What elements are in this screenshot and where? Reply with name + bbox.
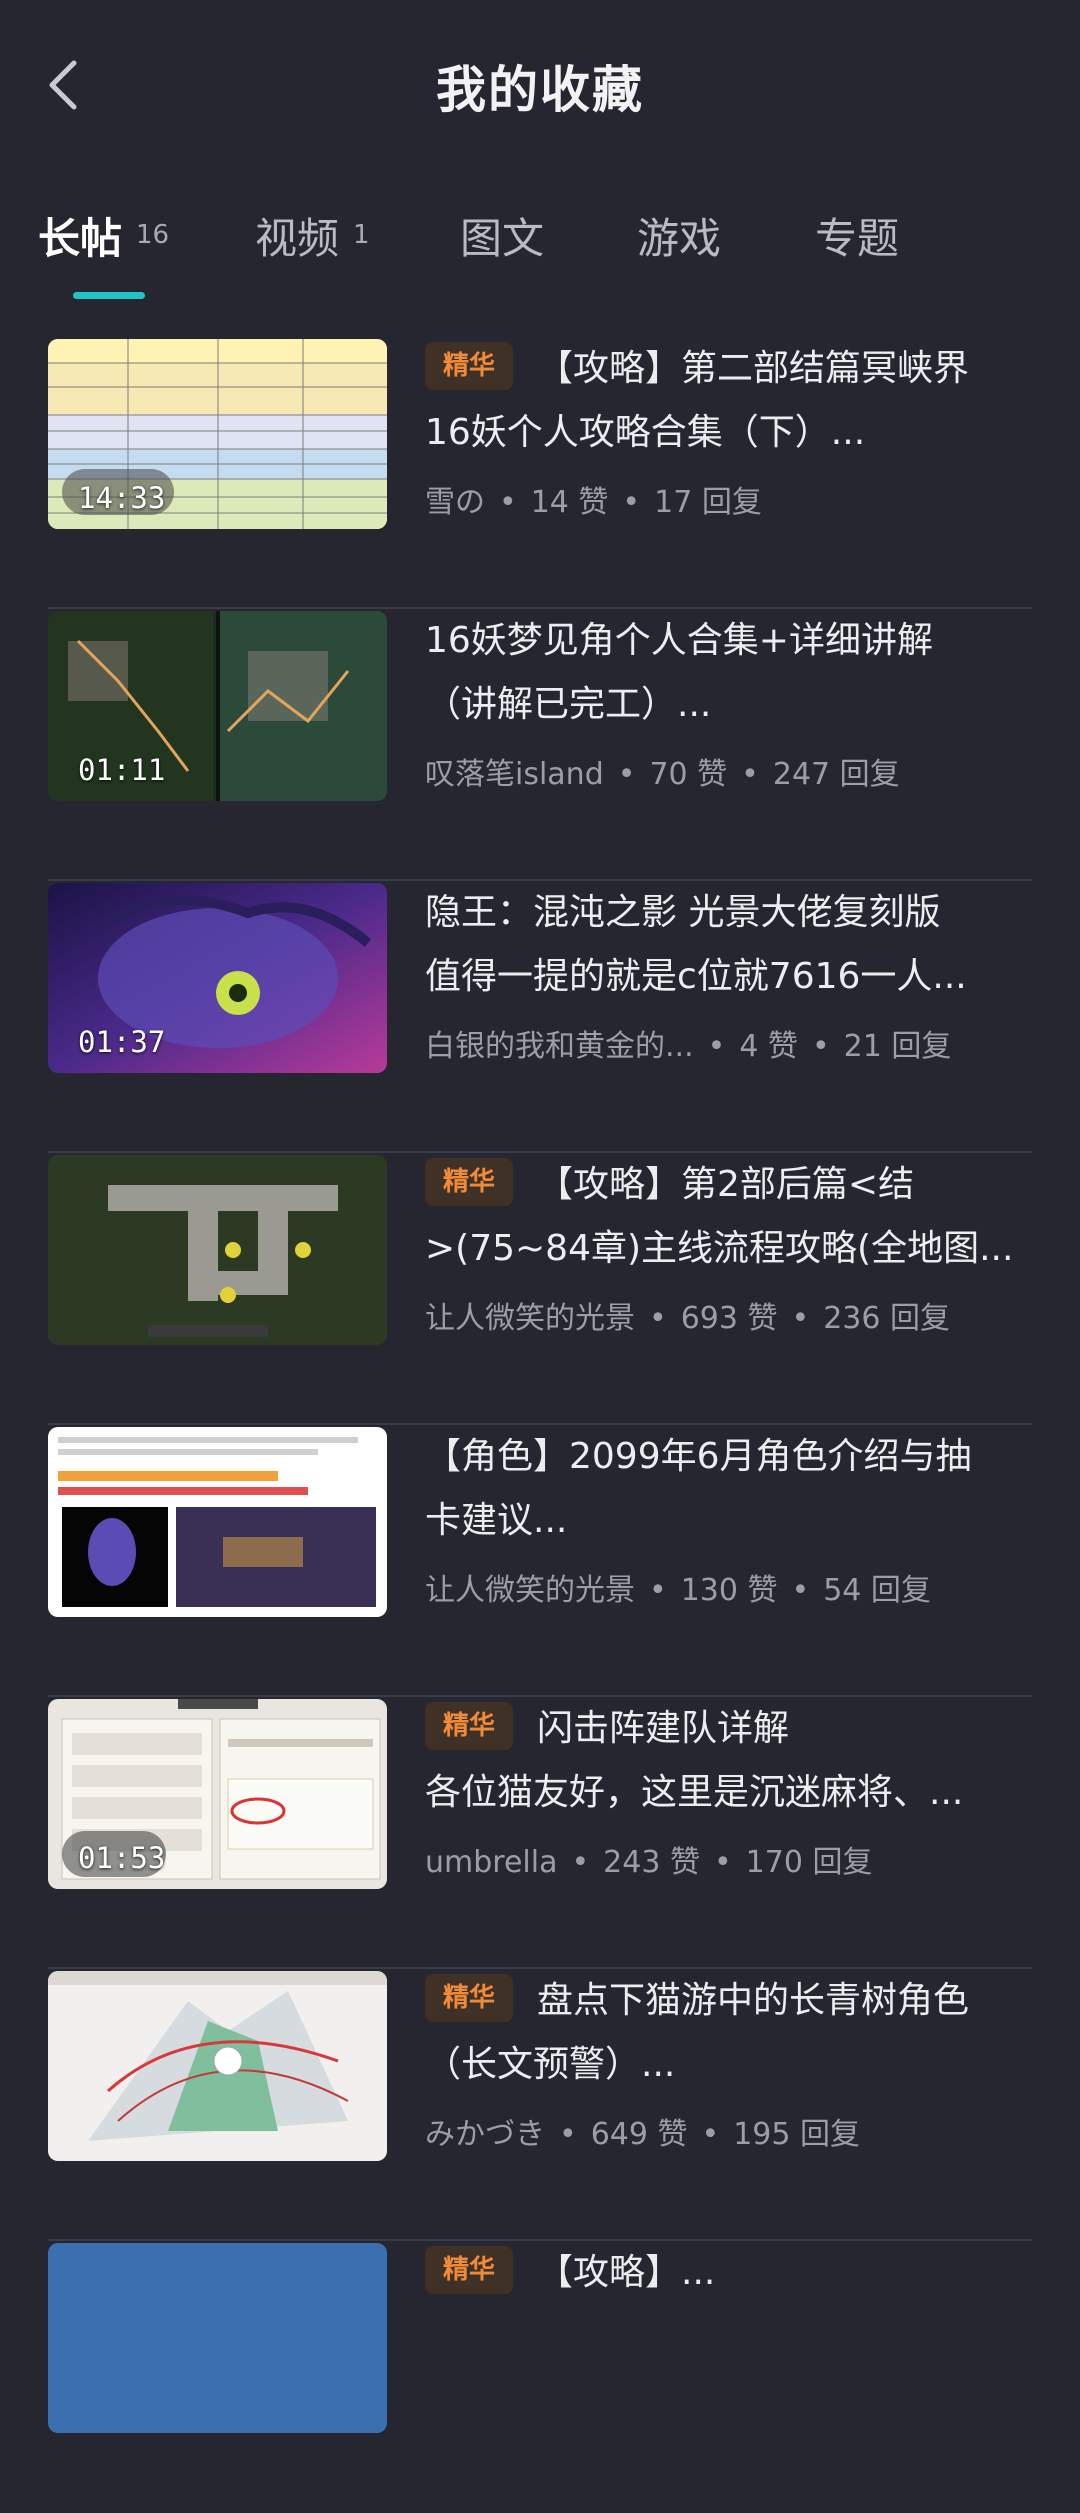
reply-count: 17 回复 — [654, 485, 762, 520]
post-body: 精华 【攻略】第二部结篇冥峡界 16妖个人攻略合集（下）... 雪の • 14 赞 • 1… — [425, 337, 1035, 521]
thumbnail: 01:37 — [48, 883, 387, 1073]
post-title: 盘点下猫游中的长青树角色 — [537, 1980, 970, 2021]
page-title: 我的收藏 — [436, 61, 644, 119]
like-count: 14 赞 — [530, 485, 609, 520]
thumbnail: 01:53 — [48, 1699, 387, 1889]
like-count: 4 赞 — [739, 1029, 798, 1064]
tab-count: 16 — [136, 220, 170, 250]
list-item[interactable]: 01:53 精华 闪击阵建队详解 各位猫友好，这里是沉迷麻将、... umbrel… — [48, 1697, 1032, 1969]
list-item[interactable]: 精华 【攻略】... — [48, 2241, 1032, 2513]
tab-games[interactable]: 游戏 — [637, 200, 721, 270]
list-item[interactable]: 精华 盘点下猫游中的长青树角色 （长文预警）... みかづき • 649 赞 • 195 … — [48, 1969, 1032, 2241]
post-title-continued: 值得一提的就是c位就7616一人... — [425, 956, 967, 997]
post-title: 闪击阵建队详解 — [537, 1708, 790, 1749]
post-body: 精华 【攻略】第2部后篇<结 >(75~84章)主线流程攻略(全地图... 让人微… — [425, 1153, 1035, 1337]
author-name[interactable]: みかづき — [425, 2117, 545, 2152]
author-name[interactable]: 白银的我和黄金的... — [425, 1029, 694, 1064]
video-duration: 01:53 — [78, 1841, 166, 1875]
list-item[interactable]: 【角色】2099年6月角色介绍与抽 卡建议... 让人微笑的光景 • 130 赞 • 5… — [48, 1425, 1032, 1697]
author-name[interactable]: umbrella — [425, 1845, 557, 1880]
post-body: 精华 盘点下猫游中的长青树角色 （长文预警）... みかづき • 649 赞 • 195 … — [425, 1969, 1035, 2153]
featured-badge: 精华 — [425, 2246, 514, 2294]
like-count: 649 赞 — [590, 2117, 688, 2152]
post-title: 16妖梦见角个人合集+详细讲解 — [425, 620, 933, 661]
post-title-continued: （长文预警）... — [425, 2044, 676, 2085]
post-title: 【攻略】第2部后篇<结 — [537, 1164, 915, 1205]
post-body: 精华 闪击阵建队详解 各位猫友好，这里是沉迷麻将、... umbrella • 243… — [425, 1697, 1035, 1881]
tab-label: 视频 — [255, 213, 340, 263]
post-body: 16妖梦见角个人合集+详细讲解 （讲解已完工）... 叹落笔island • 70 … — [425, 609, 1035, 793]
thumbnail: 14:33 — [48, 339, 387, 529]
list-item[interactable]: 精华 【攻略】第2部后篇<结 >(75~84章)主线流程攻略(全地图... 让人微… — [48, 1153, 1032, 1425]
post-title: 【攻略】... — [537, 2252, 716, 2293]
post-meta: みかづき • 649 赞 • 195 回复 — [425, 2117, 860, 2152]
post-title-continued: 卡建议... — [425, 1500, 568, 1541]
featured-badge: 精华 — [425, 1702, 514, 1750]
like-count: 243 赞 — [603, 1845, 700, 1880]
header: 我的收藏 — [0, 0, 1080, 170]
thumbnail — [48, 1155, 387, 1345]
post-meta: 让人微笑的光景 • 693 赞 • 236 回复 — [425, 1301, 950, 1336]
post-title-continued: >(75~84章)主线流程攻略(全地图... — [425, 1228, 1014, 1269]
thumbnail — [48, 1427, 387, 1617]
featured-badge: 精华 — [425, 1974, 514, 2022]
post-title-continued: 各位猫友好，这里是沉迷麻将、... — [425, 1772, 964, 1813]
author-name[interactable]: 雪の — [425, 485, 485, 520]
post-title: 【角色】2099年6月角色介绍与抽 — [425, 1436, 972, 1477]
video-duration: 01:37 — [78, 1025, 166, 1059]
post-meta: 白银的我和黄金的... • 4 赞 • 21 回复 — [425, 1029, 952, 1064]
thumbnail: 01:11 — [48, 611, 387, 801]
author-name[interactable]: 让人微笑的光景 — [425, 1573, 635, 1608]
thumbnail — [48, 1971, 387, 2161]
list-item[interactable]: 01:37 隐王：混沌之影 光景大佬复刻版 值得一提的就是c位就7616一人..… — [48, 881, 1032, 1153]
video-duration: 01:11 — [78, 753, 166, 787]
reply-count: 54 回复 — [823, 1573, 931, 1608]
post-body: 【角色】2099年6月角色介绍与抽 卡建议... 让人微笑的光景 • 130 赞 • 5… — [425, 1425, 1035, 1609]
tab-count: 1 — [353, 220, 370, 250]
thumbnail — [48, 2243, 387, 2433]
list-item[interactable]: 01:11 16妖梦见角个人合集+详细讲解 （讲解已完工）... 叹落笔isla… — [48, 609, 1032, 881]
post-title-continued: （讲解已完工）... — [425, 684, 712, 725]
reply-count: 170 回复 — [745, 1845, 873, 1880]
tab-image-text[interactable]: 图文 — [460, 200, 544, 270]
post-meta: 让人微笑的光景 • 130 赞 • 54 回复 — [425, 1573, 931, 1608]
list-item[interactable]: 14:33 精华 【攻略】第二部结篇冥峡界 16妖个人攻略合集（下）... 雪の •… — [48, 337, 1032, 609]
tab-bar: 长帖 16 视频 1 图文 游戏 专题 — [0, 200, 1080, 310]
post-body: 精华 【攻略】... — [425, 2241, 1035, 2305]
tab-label: 长帖 — [38, 213, 123, 263]
video-duration: 14:33 — [78, 481, 166, 515]
post-title-continued: 16妖个人攻略合集（下）... — [425, 412, 866, 453]
tab-label: 专题 — [815, 213, 900, 263]
featured-badge: 精华 — [425, 342, 514, 390]
post-meta: 叹落笔island • 70 赞 • 247 回复 — [425, 757, 900, 792]
reply-count: 195 回复 — [733, 2117, 860, 2152]
reply-count: 247 回复 — [772, 757, 900, 792]
post-meta: 雪の • 14 赞 • 17 回复 — [425, 485, 762, 520]
reply-count: 21 回复 — [843, 1029, 952, 1064]
tab-active-indicator — [73, 292, 145, 299]
post-title: 【攻略】第二部结篇冥峡界 — [537, 348, 970, 389]
like-count: 70 赞 — [649, 757, 728, 792]
tab-videos[interactable]: 视频 1 — [255, 200, 370, 270]
tab-topics[interactable]: 专题 — [815, 200, 899, 270]
tab-label: 图文 — [460, 213, 545, 263]
like-count: 130 赞 — [680, 1573, 778, 1608]
tab-label: 游戏 — [637, 213, 722, 263]
author-name[interactable]: 让人微笑的光景 — [425, 1301, 635, 1336]
featured-badge: 精华 — [425, 1158, 514, 1206]
post-meta: umbrella • 243 赞 • 170 回复 — [425, 1845, 873, 1880]
tab-long-posts[interactable]: 长帖 16 — [38, 200, 169, 270]
post-title: 隐王：混沌之影 光景大佬复刻版 — [425, 892, 941, 933]
like-count: 693 赞 — [680, 1301, 778, 1336]
post-body: 隐王：混沌之影 光景大佬复刻版 值得一提的就是c位就7616一人... 白银的我… — [425, 881, 1035, 1065]
reply-count: 236 回复 — [823, 1301, 950, 1336]
author-name[interactable]: 叹落笔island — [425, 757, 604, 792]
